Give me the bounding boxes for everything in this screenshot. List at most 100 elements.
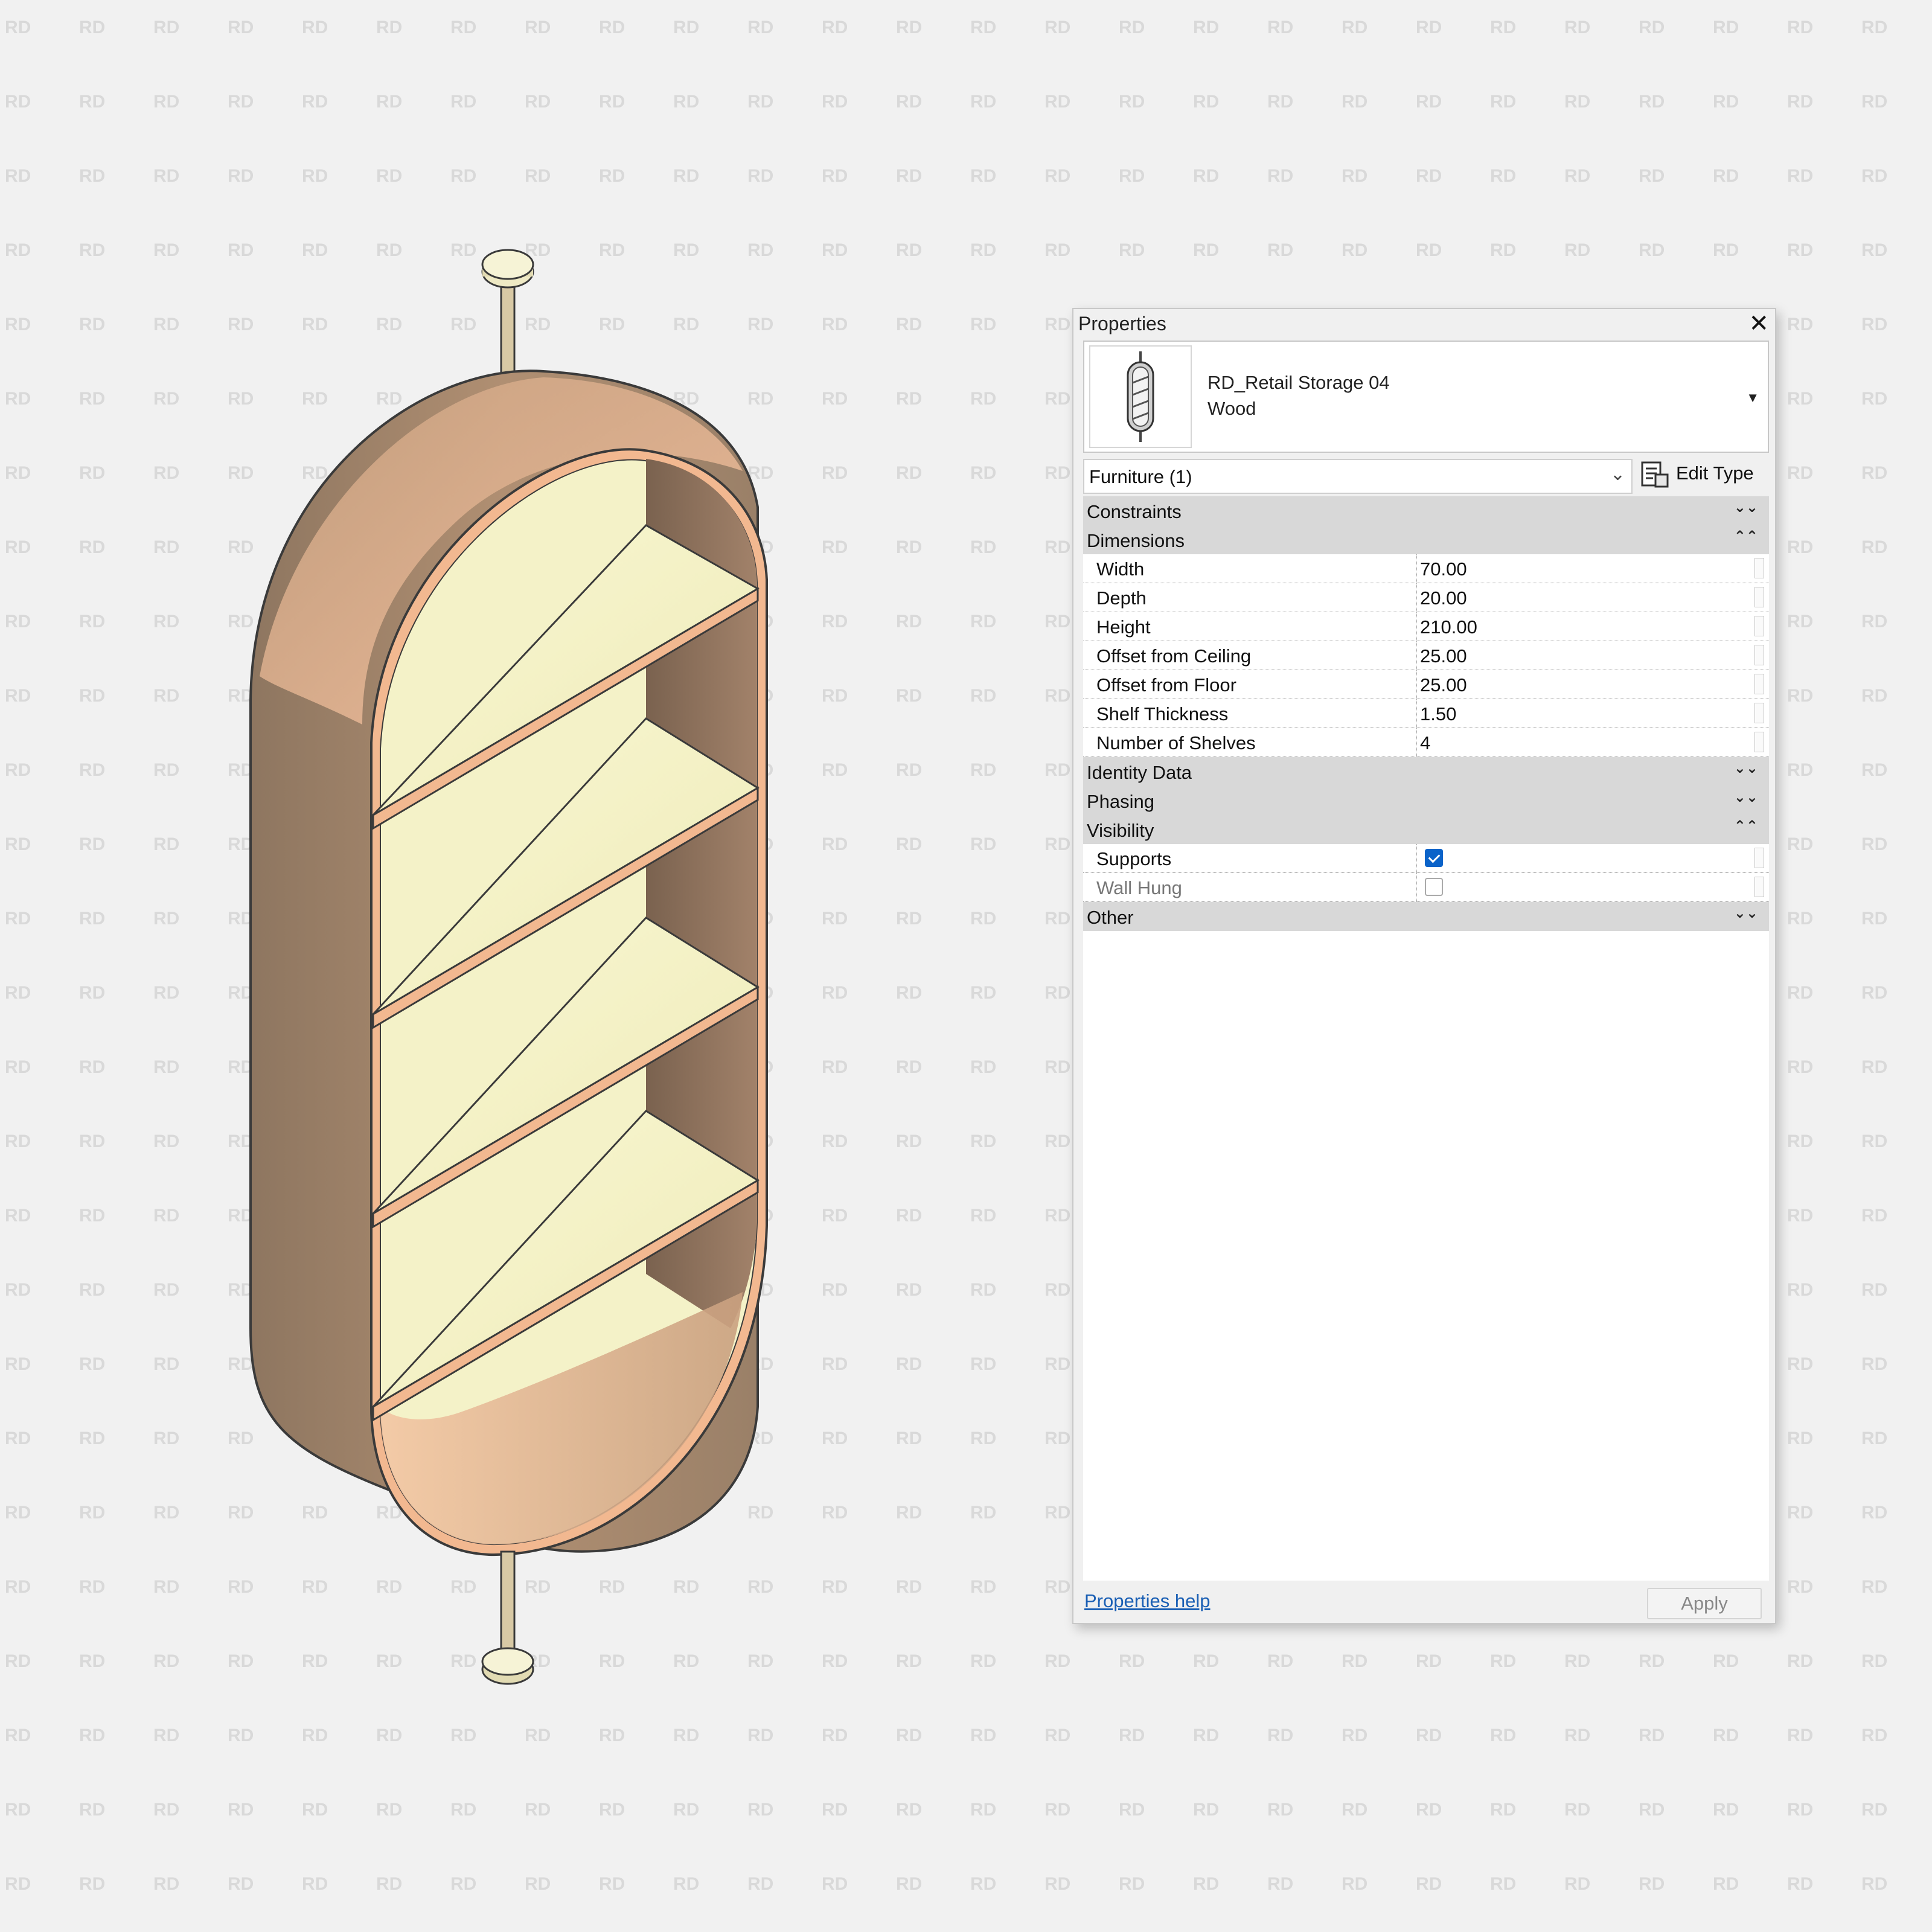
properties-help-link[interactable]: Properties help [1084, 1590, 1211, 1612]
watermark-mark: RD [1490, 18, 1516, 37]
expand-icon[interactable]: ⌄⌄ [1734, 499, 1758, 516]
watermark-mark: RD [1861, 1057, 1887, 1077]
dropdown-arrow-icon[interactable]: ▼ [1746, 390, 1759, 406]
chevron-down-icon[interactable]: ⌄ [1610, 464, 1625, 485]
watermark-mark: RD [1193, 240, 1219, 260]
watermark-mark: RD [1713, 1651, 1739, 1671]
expand-icon[interactable]: ⌄⌄ [1734, 788, 1758, 806]
group-constraints[interactable]: Constraints ⌄⌄ [1083, 496, 1769, 525]
property-value-input[interactable]: 20.00 [1420, 587, 1467, 609]
group-label: Identity Data [1087, 762, 1192, 783]
watermark-mark: RD [1044, 1206, 1070, 1226]
instance-filter-dropdown[interactable]: Furniture (1) ⌄ [1083, 459, 1633, 494]
associate-parameter-button[interactable] [1754, 848, 1764, 868]
properties-grid: Constraints ⌄⌄ Dimensions ⌃⌃ Width 70.00… [1083, 496, 1769, 1581]
associate-parameter-button[interactable] [1754, 674, 1764, 694]
watermark-mark: RD [1044, 909, 1070, 929]
property-row-depth: Depth 20.00 [1083, 583, 1769, 612]
watermark-mark: RD [1193, 1651, 1219, 1671]
type-selector[interactable]: RD_Retail Storage 04 Wood ▼ [1083, 341, 1769, 453]
watermark-mark: RD [1044, 1354, 1070, 1374]
watermark-mark: RD [1861, 315, 1887, 334]
group-identity-data[interactable]: Identity Data ⌄⌄ [1083, 757, 1769, 786]
watermark-mark: RD [1639, 1874, 1665, 1894]
property-row-width: Width 70.00 [1083, 554, 1769, 583]
property-name: Wall Hung [1096, 877, 1182, 898]
group-label: Other [1087, 907, 1134, 928]
group-phasing[interactable]: Phasing ⌄⌄ [1083, 786, 1769, 815]
property-row-wall-hung: Wall Hung [1083, 873, 1769, 902]
associate-parameter-button[interactable] [1754, 703, 1764, 723]
watermark-mark: RD [1193, 1726, 1219, 1745]
watermark-mark: RD [1416, 18, 1442, 37]
watermark-mark: RD [1564, 1800, 1590, 1820]
property-row-shelf-thickness: Shelf Thickness 1.50 [1083, 699, 1769, 728]
watermark-mark: RD [1787, 166, 1813, 186]
property-name: Number of Shelves [1096, 732, 1256, 753]
supports-checkbox[interactable] [1425, 849, 1443, 867]
collapse-icon[interactable]: ⌃⌃ [1734, 528, 1758, 545]
group-dimensions[interactable]: Dimensions ⌃⌃ [1083, 525, 1769, 554]
watermark-mark: RD [1861, 834, 1887, 854]
collapse-icon[interactable]: ⌃⌃ [1734, 817, 1758, 835]
property-value-input[interactable]: 25.00 [1420, 674, 1467, 696]
associate-parameter-button[interactable] [1754, 558, 1764, 578]
property-value-input[interactable]: 4 [1420, 732, 1430, 754]
property-value-input[interactable]: 25.00 [1420, 645, 1467, 667]
watermark-mark: RD [1713, 1874, 1739, 1894]
watermark-mark: RD [1787, 1206, 1813, 1226]
watermark-mark: RD [1342, 166, 1367, 186]
group-other[interactable]: Other ⌄⌄ [1083, 902, 1769, 931]
properties-title: Properties [1078, 313, 1166, 334]
group-label: Phasing [1087, 791, 1155, 812]
watermark-mark: RD [1861, 1428, 1887, 1448]
property-value-input[interactable]: 210.00 [1420, 616, 1477, 638]
watermark-mark: RD [1119, 1726, 1145, 1745]
watermark-mark: RD [1416, 240, 1442, 260]
properties-titlebar[interactable]: Properties ✕ [1073, 309, 1775, 339]
watermark-mark: RD [1490, 92, 1516, 112]
retail-storage-3d-view [249, 249, 768, 1685]
apply-button[interactable]: Apply [1647, 1588, 1762, 1619]
associate-parameter-button[interactable] [1754, 645, 1764, 665]
watermark-mark: RD [1044, 240, 1070, 260]
expand-icon[interactable]: ⌄⌄ [1734, 760, 1758, 777]
watermark-mark: RD [1119, 1651, 1145, 1671]
watermark-mark: RD [1267, 18, 1293, 37]
associate-parameter-button[interactable] [1754, 616, 1764, 636]
watermark-mark: RD [1342, 240, 1367, 260]
property-value-input[interactable]: 70.00 [1420, 558, 1467, 580]
watermark-mark: RD [1787, 463, 1813, 483]
watermark-mark: RD [1787, 686, 1813, 706]
watermark-mark: RD [1861, 463, 1887, 483]
watermark-mark: RD [1861, 760, 1887, 780]
watermark-mark: RD [1861, 240, 1887, 260]
watermark-mark: RD [1044, 1057, 1070, 1077]
associate-parameter-button[interactable] [1754, 732, 1764, 752]
watermark-mark: RD [1787, 1577, 1813, 1597]
edit-type-button[interactable]: Edit Type [1641, 456, 1768, 494]
watermark-mark: RD [1044, 1800, 1070, 1820]
group-visibility[interactable]: Visibility ⌃⌃ [1083, 815, 1769, 844]
expand-icon[interactable]: ⌄⌄ [1734, 904, 1758, 922]
watermark-mark: RD [1713, 1800, 1739, 1820]
storage-thumbnail-icon [1127, 351, 1154, 442]
instance-filter-value: Furniture (1) [1089, 466, 1192, 487]
watermark-mark: RD [1267, 240, 1293, 260]
watermark-mark: RD [1861, 1503, 1887, 1523]
watermark-mark: RD [1787, 1874, 1813, 1894]
watermark-mark: RD [1193, 1874, 1219, 1894]
close-icon[interactable]: ✕ [1748, 312, 1769, 336]
watermark-mark: RD [1564, 1874, 1590, 1894]
watermark-mark: RD [1787, 315, 1813, 334]
associate-parameter-button[interactable] [1754, 877, 1764, 897]
property-row-number-of-shelves: Number of Shelves 4 [1083, 728, 1769, 757]
property-value-input[interactable]: 1.50 [1420, 703, 1456, 725]
watermark-mark: RD [1564, 166, 1590, 186]
associate-parameter-button[interactable] [1754, 587, 1764, 607]
watermark-mark: RD [1787, 983, 1813, 1003]
wall-hung-checkbox[interactable] [1425, 878, 1443, 896]
watermark-mark: RD [1787, 1280, 1813, 1300]
watermark-mark: RD [1861, 92, 1887, 112]
watermark-mark: RD [1713, 240, 1739, 260]
